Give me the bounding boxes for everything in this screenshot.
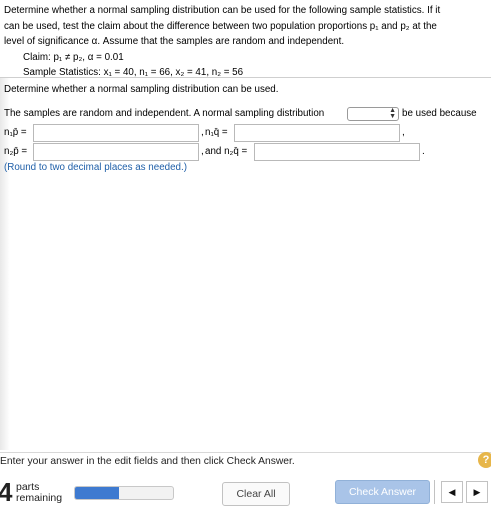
parts-count: 4 bbox=[0, 477, 13, 507]
question-text: Determine whether a normal sampling dist… bbox=[4, 3, 482, 81]
n1q-input[interactable] bbox=[234, 124, 400, 142]
claim: Claim: p₁ ≠ p₂, α = 0.01 bbox=[23, 51, 124, 63]
sentence-end: be used because bbox=[402, 108, 477, 119]
sentence-start: The samples are random and independent. … bbox=[4, 108, 325, 119]
n2q-label: and n₂q̄ = bbox=[205, 146, 248, 157]
n1p-input[interactable] bbox=[33, 124, 199, 142]
question-line: Determine whether a normal sampling dist… bbox=[4, 5, 441, 16]
sample-statistics: Sample Statistics: x₁ = 40, n₁ = 66, x₂ … bbox=[23, 67, 244, 78]
check-answer-button[interactable]: Check Answer bbox=[335, 480, 430, 504]
button-separator bbox=[434, 480, 435, 504]
n2p-label: n₂p̄ = bbox=[4, 146, 28, 157]
progress-fill bbox=[75, 487, 120, 499]
progress-bar bbox=[74, 486, 174, 500]
divider bbox=[0, 77, 491, 78]
period: . bbox=[422, 146, 425, 157]
parts-label-line: remaining bbox=[16, 492, 63, 504]
n2p-input[interactable] bbox=[33, 143, 199, 161]
chevron-right-icon: ▶ bbox=[473, 487, 481, 497]
footer-instruction: Enter your answer in the edit fields and… bbox=[0, 456, 295, 467]
dropdown-arrows-icon: ▲ ▼ bbox=[389, 107, 396, 120]
n1p-label: n₁p̄ = bbox=[4, 127, 27, 138]
can-cannot-dropdown[interactable]: ▲ ▼ bbox=[347, 107, 399, 121]
comma: , bbox=[201, 146, 204, 157]
chevron-left-icon: ◀ bbox=[448, 487, 456, 497]
parts-remaining-label: parts remaining bbox=[16, 482, 62, 504]
next-part-button[interactable]: ▶ bbox=[466, 481, 488, 503]
clear-all-button[interactable]: Clear All bbox=[222, 482, 290, 506]
rounding-hint: (Round to two decimal places as needed.) bbox=[4, 162, 187, 173]
question-line: can be used, test the claim about the di… bbox=[4, 20, 437, 32]
previous-part-button[interactable]: ◀ bbox=[441, 481, 463, 503]
comma: , bbox=[201, 127, 204, 138]
question-page: Determine whether a normal sampling dist… bbox=[0, 0, 491, 513]
footer-divider bbox=[0, 452, 491, 453]
help-icon[interactable]: ? bbox=[478, 452, 491, 468]
n2q-input[interactable] bbox=[254, 143, 420, 161]
step-heading: Determine whether a normal sampling dist… bbox=[4, 84, 279, 95]
n1q-label: n₁q̄ = bbox=[205, 127, 228, 138]
question-line: level of significance α. Assume that the… bbox=[4, 36, 345, 47]
comma: , bbox=[402, 127, 405, 138]
